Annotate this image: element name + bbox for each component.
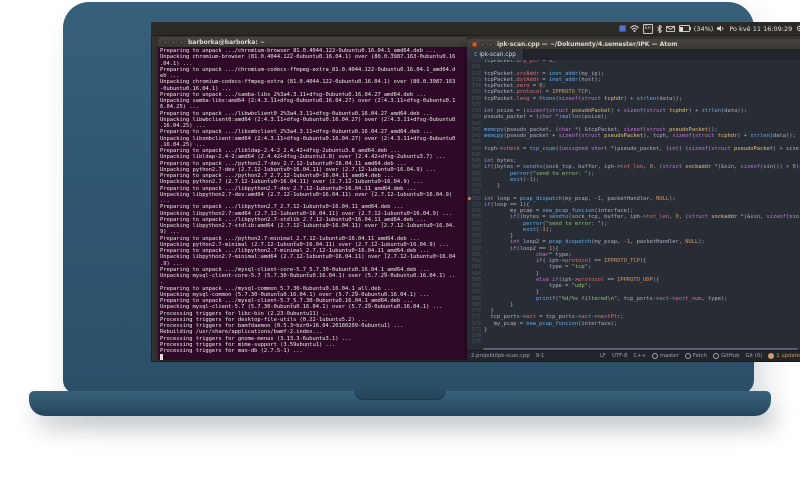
terminal-title: barborka@barborka: ~ <box>188 38 265 46</box>
cpp-file-icon: C <box>474 51 478 58</box>
close-button[interactable] <box>472 41 477 47</box>
status-item-github[interactable]: GitHub <box>713 352 739 359</box>
terminal-line: Unpacking chromium-codecs-ffmpeg-extra (… <box>160 79 456 86</box>
status-item-encoding[interactable]: UTF-8 <box>612 353 627 359</box>
maximize-button[interactable] <box>179 39 184 45</box>
status-item-line-ending[interactable]: LF <box>600 353 606 359</box>
mail-icon[interactable] <box>665 25 675 32</box>
status-item-git-branch[interactable]: master <box>652 352 679 359</box>
status-file-path[interactable]: 2.projekt/ipk-scan.cpp <box>471 353 530 359</box>
tab-ipk-scan[interactable]: C ipk-scan.cpp <box>467 49 524 60</box>
atom-title: ipk-scan.cpp — ~/Dokumenty/4.semester/IP… <box>497 40 678 48</box>
status-item-package-update[interactable]: 1 update <box>768 352 800 359</box>
atom-window: ipk-scan.cpp — ~/Dokumenty/4.semester/IP… <box>467 39 800 360</box>
session-gear-icon[interactable]: ⚙ <box>796 25 800 33</box>
github-icon <box>713 352 720 359</box>
terminal-prompt-line <box>160 354 468 360</box>
code-line: 575 <box>467 339 800 345</box>
terminal-line: Preparing to unpack .../libwbclient0_2%3… <box>160 110 433 117</box>
terminal-line: Unpacking libwbclient0:amd64 (2:4.3.11+d… <box>160 116 456 123</box>
laptop-base-notch <box>354 391 446 400</box>
window-buttons <box>163 39 184 45</box>
atom-titlebar[interactable]: ipk-scan.cpp — ~/Dokumenty/4.semester/IP… <box>467 39 800 49</box>
terminal-line: Unpacking libpython2.7-minimal:amd64 (2.… <box>160 254 456 261</box>
lint-marker <box>468 197 471 200</box>
status-item-git[interactable]: Git (0) <box>745 353 762 359</box>
terminal-line: Unpacking libpython2.7-dev:amd64 (2.7.12… <box>160 191 453 198</box>
terminal-line: Unpacking python2.7 (2.7.12-1ubuntu0~16.… <box>160 179 423 186</box>
terminal-titlebar[interactable]: barborka@barborka: ~ <box>158 37 468 47</box>
line-number: 575 <box>471 339 481 346</box>
battery-percentage: (34%) <box>693 24 714 33</box>
terminal-line: Unpacking mysql-client-5.7 (5.7.30-0ubun… <box>160 304 443 311</box>
tab-label: ipk-scan.cpp <box>479 51 516 58</box>
terminal-line: Unpacking libpython2.7-stdlib:amd64 (2.7… <box>160 223 456 229</box>
terminal-line: Unpacking samba-libs:amd64 (2:4.3.11+dfs… <box>160 98 456 104</box>
volume-icon[interactable] <box>717 25 725 32</box>
maximize-button[interactable] <box>488 41 493 47</box>
terminal-line: Unpacking libsmbclient:amd64 (2:4.3.11+d… <box>160 135 456 142</box>
terminal-line: Unpacking libpython2.7:amd64 (2.7.12-1ub… <box>160 210 453 217</box>
terminal-line: Unpacking chromium-browser (81.0.4044.12… <box>160 54 456 61</box>
close-button[interactable] <box>163 39 168 45</box>
code-line: 544 tcph->check = tcp_csum((unsigned shor… <box>467 146 800 152</box>
sync-icon <box>684 352 691 359</box>
atom-tab-bar: C ipk-scan.cpp <box>467 49 800 60</box>
clock[interactable]: Po kvě 11 16:09:29 <box>729 25 792 33</box>
package-update-icon <box>768 352 775 359</box>
code-line: 542 memcpy(pseudo_packet + sizeof(struct … <box>467 133 800 139</box>
battery-icon[interactable] <box>678 25 691 32</box>
laptop-screen: En (34%) Po kvě 11 16:09:29 ⚙ barborka@b… <box>151 22 800 362</box>
atom-status-bar: 2.projekt/ipk-scan.cpp 9:1 LF UTF-8 C++ mas… <box>467 350 800 360</box>
laptop-base <box>29 391 771 416</box>
input-method-icon[interactable] <box>618 25 626 32</box>
terminal-line: Unpacking libldap-2.4-2:amd64 (2.4.42+df… <box>160 154 446 161</box>
system-top-panel: En (34%) Po kvě 11 16:09:29 ⚙ <box>151 22 800 36</box>
status-item-sync[interactable]: Fetch <box>684 352 707 359</box>
laptop-lid: En (34%) Po kvě 11 16:09:29 ⚙ barborka@b… <box>63 2 800 394</box>
status-item-grammar[interactable]: C++ <box>633 353 646 359</box>
terminal-line: Unpacking mysql-client-core-5.7 (5.7.30-… <box>160 273 456 279</box>
git-branch-icon <box>652 352 659 359</box>
indicator-area: En (34%) Po kvě 11 16:09:29 ⚙ <box>618 23 800 34</box>
screenshot-stage: En (34%) Po kvě 11 16:09:29 ⚙ barborka@b… <box>0 0 800 477</box>
terminal-window: barborka@barborka: ~ Preparing to unpack… <box>158 37 468 360</box>
wifi-icon[interactable] <box>629 25 639 32</box>
keyboard-layout-indicator[interactable]: En <box>642 23 653 34</box>
terminal-line: Preparing to unpack .../libsmbclient_2%3… <box>160 129 433 136</box>
terminal-line: Preparing to unpack .../chromium-codecs-… <box>160 66 456 73</box>
minimize-button[interactable] <box>171 39 176 45</box>
window-buttons <box>472 41 493 47</box>
bluetooth-icon[interactable] <box>657 24 662 33</box>
minimize-button[interactable] <box>480 41 485 47</box>
terminal-output[interactable]: Preparing to unpack .../chromium-browser… <box>158 47 468 360</box>
status-cursor-position[interactable]: 9:1 <box>536 353 545 359</box>
code-editor[interactable]: 530 tcpPacket.urg_ptr = 0; 531 532 tcpPacke… <box>467 60 800 351</box>
terminal-cursor <box>160 354 164 360</box>
